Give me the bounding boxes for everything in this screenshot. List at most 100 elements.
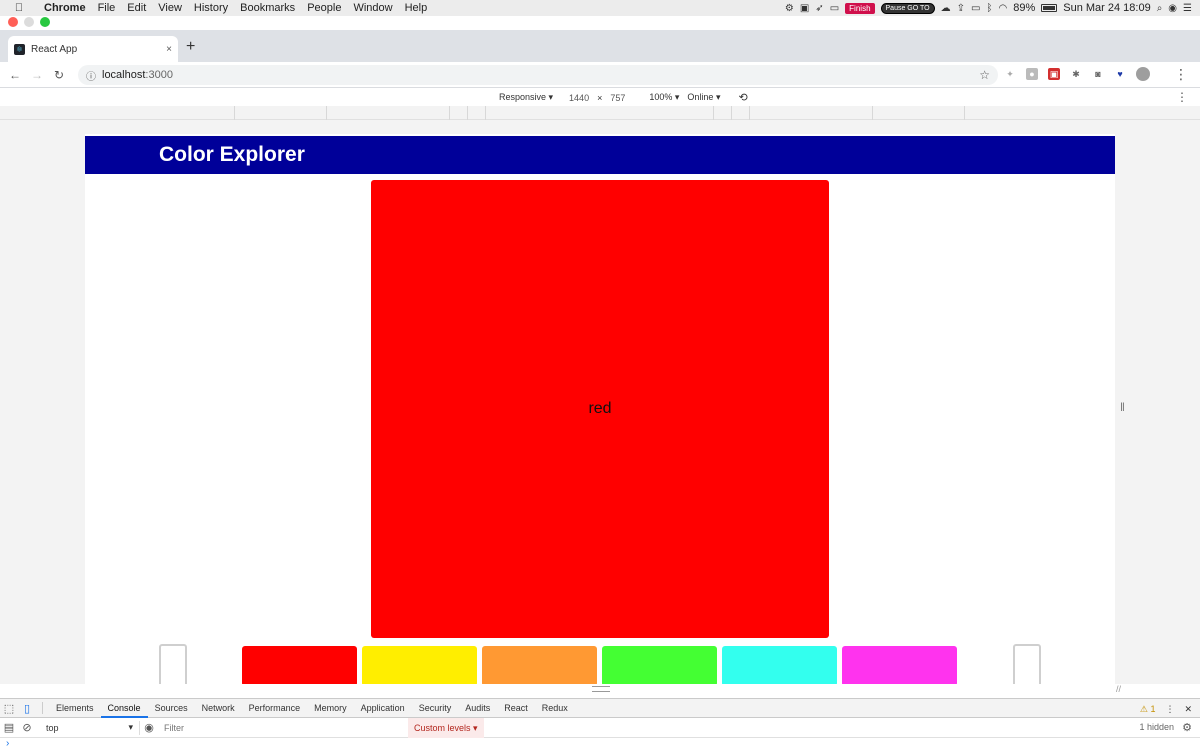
finish-recording-button[interactable]: Finish [845, 2, 875, 14]
info-icon[interactable]: ⓘ [86, 68, 96, 83]
mixer-icon[interactable]: ⚙ [785, 3, 794, 14]
color-thumbnail[interactable] [722, 646, 837, 684]
devtools-tab-elements[interactable]: Elements [49, 698, 101, 718]
network-throttle-dropdown[interactable]: Online ▾ [687, 92, 720, 103]
menu-history[interactable]: History [188, 2, 234, 14]
zoom-window-button[interactable] [40, 17, 50, 27]
previous-color-button[interactable] [159, 644, 187, 684]
rocket-icon[interactable]: ➶ [815, 3, 823, 14]
pause-recording-button[interactable]: Pause GO TO [880, 2, 935, 14]
devtools-tab-audits[interactable]: Audits [458, 698, 497, 718]
media-query-segment[interactable] [714, 106, 732, 120]
media-query-segment[interactable] [450, 106, 468, 120]
extension-sparkle-icon[interactable]: ✦ [1004, 68, 1016, 80]
spotlight-icon[interactable]: ⌕ [1157, 3, 1163, 14]
devtools-tab-network[interactable]: Network [195, 698, 242, 718]
reload-icon[interactable]: ↻ [48, 68, 70, 82]
console-filter-input[interactable] [158, 720, 404, 735]
media-query-segment[interactable] [468, 106, 486, 120]
media-query-segment[interactable] [873, 106, 965, 120]
viewport-height-input[interactable]: 757 [610, 93, 625, 103]
browser-tab[interactable]: ⚛ React App × [8, 36, 178, 62]
bluetooth-icon[interactable]: ᛒ [986, 3, 992, 14]
wifi-icon[interactable]: ◠ [998, 3, 1007, 14]
media-query-segment[interactable] [327, 106, 450, 120]
devtools-tab-performance[interactable]: Performance [242, 698, 308, 718]
color-thumbnail[interactable] [842, 646, 957, 684]
selected-color-swatch[interactable]: red [371, 180, 829, 638]
siri-icon[interactable]: ◉ [1168, 3, 1177, 14]
battery-icon[interactable] [1041, 4, 1058, 12]
menu-bookmarks[interactable]: Bookmarks [234, 2, 301, 14]
menu-chrome[interactable]: Chrome [38, 2, 92, 14]
back-arrow-icon[interactable]: ← [4, 68, 26, 82]
next-color-button[interactable] [1013, 644, 1041, 684]
extension-camera-icon[interactable]: ◙ [1092, 68, 1104, 80]
media-query-segment[interactable] [750, 106, 873, 120]
upload-icon[interactable]: ⇪ [957, 3, 965, 14]
menu-help[interactable]: Help [399, 2, 434, 14]
minimize-window-button[interactable] [24, 17, 34, 27]
log-levels-dropdown[interactable]: Custom levels ▾ [408, 717, 484, 738]
new-tab-button[interactable]: + [186, 38, 195, 56]
media-query-segment[interactable] [732, 106, 750, 120]
viewport-corner-handle[interactable]: // [1116, 684, 1121, 694]
apple-icon[interactable]:  [0, 2, 38, 14]
responsive-dropdown[interactable]: Responsive ▾ [499, 92, 553, 103]
device-toolbar-toggle-icon[interactable]: ▯ [18, 702, 36, 715]
media-query-segment[interactable] [486, 106, 714, 120]
extension-grey-icon[interactable]: ● [1026, 68, 1038, 80]
color-thumbnail[interactable] [242, 646, 357, 684]
rotate-icon[interactable]: ⟲ [738, 91, 747, 104]
clear-console-icon[interactable]: ⊘ [18, 721, 36, 734]
forward-arrow-icon[interactable]: → [26, 68, 48, 82]
devtools-tab-redux[interactable]: Redux [535, 698, 575, 718]
zoom-dropdown[interactable]: 100% ▾ [649, 92, 679, 103]
sidebar-toggle-icon[interactable]: ▤ [0, 721, 18, 734]
console-settings-gear-icon[interactable]: ⚙ [1182, 721, 1192, 734]
extension-red-icon[interactable]: ▣ [1048, 68, 1060, 80]
media-query-segment[interactable] [0, 106, 235, 120]
devtools-tab-security[interactable]: Security [412, 698, 459, 718]
media-query-segment[interactable] [235, 106, 327, 120]
devtools-tab-application[interactable]: Application [354, 698, 412, 718]
notification-center-icon[interactable]: ☰ [1183, 3, 1192, 14]
menu-window[interactable]: Window [347, 2, 398, 14]
bookmark-star-icon[interactable]: ☆ [979, 68, 990, 82]
viewport-width-handle[interactable]: ‖ [1120, 400, 1125, 414]
device-toolbar-menu-icon[interactable]: ⋮ [1176, 90, 1188, 104]
dimension-separator: × [597, 92, 603, 103]
viewport-width-input[interactable]: 1440 [569, 93, 589, 103]
execution-context-select[interactable]: top ▾ [40, 720, 140, 735]
html5-icon[interactable]: ▣ [800, 3, 809, 14]
devtools-tab-console[interactable]: Console [100, 698, 148, 718]
close-tab-icon[interactable]: × [166, 44, 172, 55]
viewport-height-handle[interactable] [592, 686, 610, 692]
devtools-tab-memory[interactable]: Memory [307, 698, 354, 718]
menubar-clock[interactable]: Sun Mar 24 18:09 [1063, 2, 1150, 14]
camera-icon[interactable]: ▭ [830, 3, 839, 14]
menu-file[interactable]: File [92, 2, 122, 14]
devtools-menu-icon[interactable]: ⋮ [1165, 704, 1174, 715]
color-thumbnail[interactable] [482, 646, 597, 684]
profile-avatar[interactable] [1136, 67, 1150, 81]
address-bar[interactable]: ⓘ localhost:3000 ☆ [78, 65, 998, 85]
cloud-icon[interactable]: ☁ [941, 3, 951, 14]
menu-people[interactable]: People [301, 2, 347, 14]
extension-heart-icon[interactable]: ♥ [1114, 68, 1126, 80]
extension-bug-icon[interactable]: ✱ [1070, 68, 1082, 80]
warning-count[interactable]: ⚠ 1 [1140, 704, 1156, 715]
airplay-icon[interactable]: ▭ [971, 3, 980, 14]
menu-edit[interactable]: Edit [121, 2, 152, 14]
inspect-element-icon[interactable]: ⬚ [0, 702, 18, 715]
live-expression-eye-icon[interactable]: ◉ [140, 721, 158, 734]
console-prompt[interactable]: › [6, 738, 9, 749]
color-thumbnail[interactable] [602, 646, 717, 684]
close-devtools-icon[interactable]: ✕ [1184, 704, 1192, 715]
menu-view[interactable]: View [152, 2, 188, 14]
devtools-tab-sources[interactable]: Sources [148, 698, 195, 718]
devtools-tab-react[interactable]: React [497, 698, 535, 718]
close-window-button[interactable] [8, 17, 18, 27]
chrome-menu-icon[interactable]: ⋮ [1174, 66, 1188, 83]
color-thumbnail[interactable] [362, 646, 477, 684]
